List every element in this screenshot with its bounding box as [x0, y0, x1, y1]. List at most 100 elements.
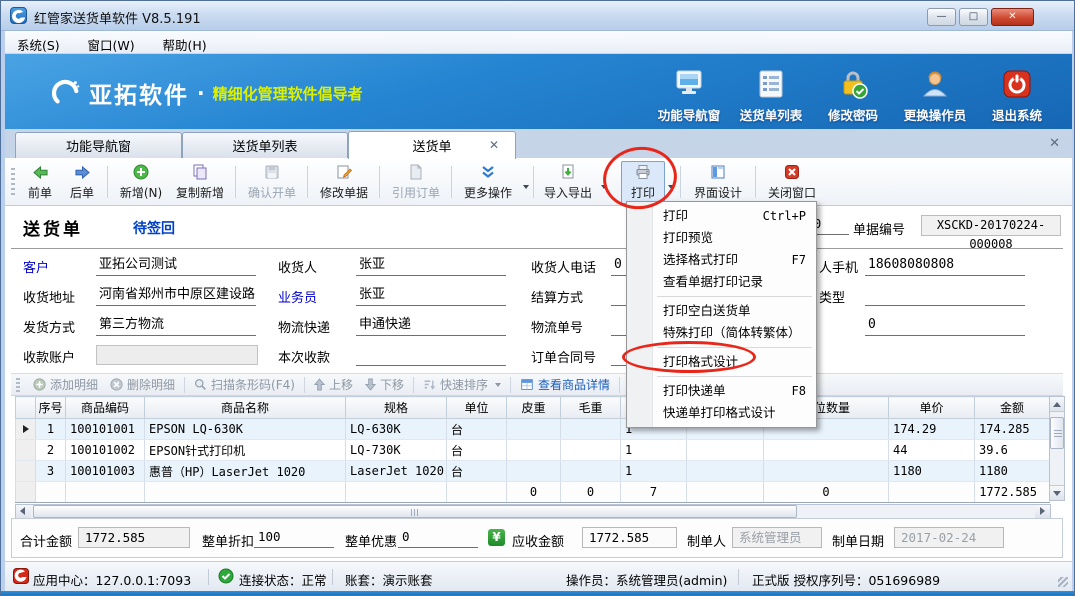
col-amount[interactable]: 金额	[975, 397, 1050, 419]
horizontal-scrollbar[interactable]	[15, 504, 1051, 519]
scan-barcode-button[interactable]: 扫描条形码(F4)	[188, 376, 301, 393]
arrow-right-icon	[74, 165, 91, 183]
detail-grid: 序号 商品编码 商品名称 规格 单位 皮重 毛重 单位数量 单价 金额 1 10…	[15, 396, 1050, 503]
col-tare[interactable]: 皮重	[507, 397, 561, 419]
reduction-value[interactable]: 0	[398, 527, 478, 548]
more-actions-caret-icon[interactable]	[523, 185, 529, 189]
numeric-field[interactable]: 0	[865, 314, 1025, 336]
menu-window[interactable]: 窗口(W)	[76, 31, 147, 54]
table-row[interactable]: 1 100101001 EPSON LQ-630K LQ-630K 台 1 17…	[16, 419, 1050, 440]
close-button[interactable]: ✕	[991, 8, 1034, 26]
horizontal-scroll-thumb[interactable]	[33, 505, 797, 518]
salesman-label[interactable]: 业务员	[278, 287, 317, 306]
tracking-no-label: 物流单号	[531, 317, 583, 336]
scroll-up-button[interactable]	[1050, 397, 1064, 412]
banner-action-change-password[interactable]: 修改密码	[811, 68, 895, 124]
order-no-value[interactable]: XSCKD-20170224-000008	[921, 215, 1061, 236]
resize-grip[interactable]	[1058, 577, 1068, 587]
license-text: 正式版 授权序列号：051696989	[752, 570, 940, 589]
more-actions-button[interactable]: 更多操作	[457, 162, 519, 203]
discount-value[interactable]: 100	[254, 527, 334, 548]
total-amount-value: 1772.585	[78, 527, 190, 548]
add-detail-button[interactable]: 添加明细	[27, 376, 104, 393]
menu-item-special-print[interactable]: 特殊打印（简体转繁体）	[627, 322, 816, 344]
scroll-right-button[interactable]	[1035, 505, 1050, 518]
menu-item-print-express-sheet[interactable]: 打印快递单 F8	[627, 380, 816, 402]
menu-item-view-print-log[interactable]: 查看单据打印记录	[627, 271, 816, 293]
tabstrip-close-icon[interactable]: ✕	[1049, 136, 1060, 151]
col-gross[interactable]: 毛重	[561, 397, 621, 419]
salesman-field[interactable]: 张亚	[356, 284, 506, 306]
ui-design-button[interactable]: 界面设计	[687, 162, 749, 203]
vertical-scroll-thumb[interactable]	[1050, 417, 1064, 449]
app-center-text: 应用中心：127.0.0.1:7093	[33, 570, 191, 589]
print-button[interactable]: 打印	[621, 161, 665, 204]
next-order-button[interactable]: 后单	[61, 162, 103, 203]
x-circle-gray-icon	[110, 378, 123, 391]
total-unit-qty: 0	[764, 482, 889, 503]
consignee-phone-label: 收货人电话	[531, 257, 596, 276]
menu-item-print-blank-order[interactable]: 打印空白送货单	[627, 300, 816, 322]
logistics-field[interactable]: 申通快递	[356, 314, 506, 336]
customer-label[interactable]: 客户	[23, 257, 49, 276]
menu-system[interactable]: 系统(S)	[5, 31, 72, 54]
tab-delivery-order[interactable]: 送货单 ✕	[348, 131, 516, 159]
new-order-button[interactable]: 新增(N)	[113, 162, 169, 203]
banner-action-nav[interactable]: 功能导航窗	[647, 68, 731, 124]
consignee-field[interactable]: 张亚	[356, 254, 506, 276]
tab-close-icon[interactable]: ✕	[489, 138, 499, 152]
minimize-button[interactable]: —	[927, 8, 956, 26]
delete-detail-button[interactable]: 删除明细	[104, 376, 181, 393]
payment-now-field[interactable]	[356, 344, 506, 366]
prev-order-button[interactable]: 前单	[19, 162, 61, 203]
menu-help[interactable]: 帮助(H)	[150, 31, 218, 54]
move-up-button[interactable]: 上移	[308, 376, 359, 393]
import-export-caret-icon[interactable]	[601, 185, 607, 189]
copy-new-button[interactable]: 复制新增	[169, 162, 231, 203]
maximize-button[interactable]: □	[959, 8, 988, 26]
tab-nav-window[interactable]: 功能导航窗	[15, 132, 182, 158]
banner-action-exit[interactable]: 退出系统	[975, 68, 1059, 124]
import-export-button[interactable]: 导入导出	[539, 162, 597, 203]
ship-method-field[interactable]: 第三方物流	[96, 314, 256, 336]
document-icon	[408, 164, 424, 183]
grid-header-row: 序号 商品编码 商品名称 规格 单位 皮重 毛重 单位数量 单价 金额	[16, 397, 1050, 419]
print-caret-icon[interactable]	[668, 185, 674, 189]
col-code[interactable]: 商品编码	[66, 397, 145, 419]
consignee-mobile-field[interactable]: 18608080808	[865, 254, 1025, 276]
col-unit[interactable]: 单位	[447, 397, 507, 419]
brand-name: 亚拓软件	[89, 76, 189, 110]
brand-slogan: 精细化管理软件倡导者	[213, 83, 363, 104]
close-window-button[interactable]: 关闭窗口	[761, 162, 823, 203]
view-product-detail-button[interactable]: 查看商品详情	[514, 376, 616, 393]
col-seq[interactable]: 序号	[36, 397, 66, 419]
type-field[interactable]	[865, 284, 1025, 306]
banner-action-order-list[interactable]: 送货单列表	[729, 68, 813, 124]
col-price[interactable]: 单价	[889, 397, 975, 419]
tab-order-list[interactable]: 送货单列表	[182, 132, 348, 158]
banner-action-switch-user[interactable]: 更换操作员	[893, 68, 977, 124]
scroll-down-button[interactable]	[1050, 485, 1064, 500]
customer-field[interactable]: 亚拓公司测试	[96, 254, 256, 276]
menu-item-print[interactable]: 打印 Ctrl+P	[627, 205, 816, 227]
col-name[interactable]: 商品名称	[145, 397, 346, 419]
table-row[interactable]: 2 100101002 EPSON针式打印机 LQ-730K 台 1 44 39…	[16, 440, 1050, 461]
main-toolbar: 前单 后单 新增(N) 复制新增 确认开单 修改单据 引用订单	[5, 158, 1072, 206]
menu-item-express-format-design[interactable]: 快递单打印格式设计	[627, 402, 816, 424]
menu-item-select-format-print[interactable]: 选择格式打印 F7	[627, 249, 816, 271]
quick-sort-button[interactable]: 快速排序	[417, 376, 507, 393]
close-red-icon	[784, 164, 800, 183]
edit-order-button[interactable]: 修改单据	[313, 162, 375, 203]
scroll-left-button[interactable]	[16, 505, 31, 518]
list-icon	[755, 68, 787, 102]
operator-text: 操作员：系统管理员(admin)	[566, 570, 727, 589]
table-row[interactable]: 3 100101003 惠普（HP）LaserJet 1020 LaserJet…	[16, 461, 1050, 482]
row-selector-icon	[23, 425, 29, 433]
receive-account-field[interactable]	[96, 345, 258, 365]
move-down-button[interactable]: 下移	[359, 376, 410, 393]
menu-item-print-format-design[interactable]: 打印格式设计	[627, 351, 816, 373]
vertical-scrollbar[interactable]	[1049, 396, 1065, 501]
menu-item-print-preview[interactable]: 打印预览	[627, 227, 816, 249]
col-spec[interactable]: 规格	[346, 397, 447, 419]
ship-address-field[interactable]: 河南省郑州市中原区建设路	[96, 284, 256, 306]
